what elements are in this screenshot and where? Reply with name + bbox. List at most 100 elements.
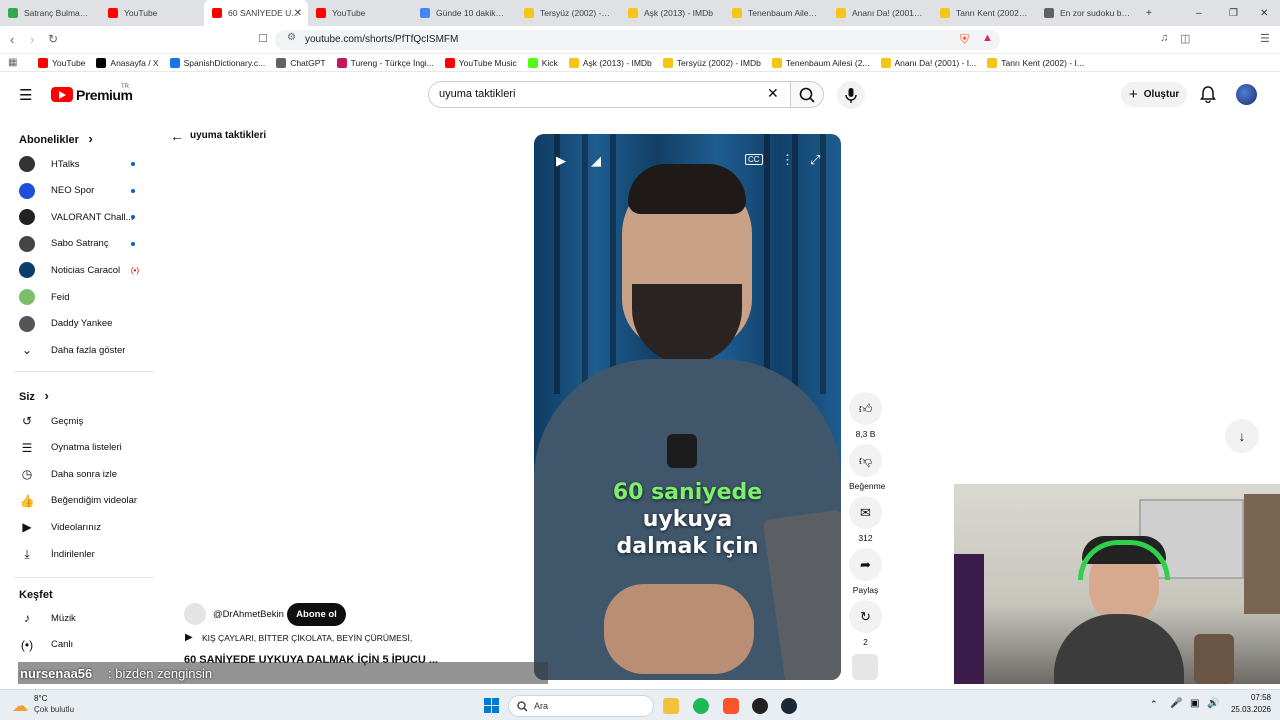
thumbs-down-icon[interactable]: 👎︎ [849, 444, 882, 477]
back-icon[interactable]: ‹ [10, 32, 14, 47]
action-comment[interactable]: ✉ 312 [849, 496, 882, 543]
bookmark-item[interactable]: Tureng - Türkçe İngi... [336, 57, 434, 68]
start-button-icon[interactable] [484, 698, 499, 713]
notifications-bell-icon[interactable] [1200, 85, 1216, 108]
menu-icon[interactable]: ☰ [1260, 32, 1270, 45]
bookmark-item[interactable]: YouTube Music [444, 57, 517, 68]
url-field[interactable]: youtube.com/shorts/PfTfQcISMFM [275, 30, 1000, 50]
explore-item[interactable]: (•) Canlı [19, 632, 149, 658]
share-icon[interactable]: ➦ [849, 548, 882, 581]
bookmark-item[interactable]: YouTube [38, 57, 85, 68]
subscription-item[interactable]: VALORANT Chall... [19, 204, 149, 230]
bookmark-item[interactable]: Anasayfa / X [96, 57, 159, 68]
weather-cloud-icon[interactable]: ☁ [12, 696, 28, 716]
brave-shield-icon[interactable]: ⛨ [960, 32, 969, 47]
music-icon[interactable]: ♫ [1160, 32, 1168, 44]
forward-icon[interactable]: › [30, 32, 34, 47]
brave-browser-icon[interactable] [723, 698, 739, 714]
browser-tab[interactable]: Tenenbaum Ailesi (2... [724, 0, 828, 26]
comment-icon[interactable]: ✉ [849, 496, 882, 529]
remix-icon[interactable]: ↻ [849, 600, 882, 633]
action-share[interactable]: ➦ Paylaş [849, 548, 882, 595]
create-button[interactable]: + Oluştur [1121, 82, 1187, 107]
back-search-label[interactable]: uyuma taktikleri [190, 130, 266, 141]
subscribe-button[interactable]: Abone ol [287, 603, 346, 626]
volume-tray-icon[interactable]: 🔊 [1207, 698, 1219, 709]
hamburger-menu-icon[interactable]: ☰ [19, 86, 32, 104]
subscription-item[interactable]: Noticias Caracol (•) [19, 257, 149, 283]
subscription-item[interactable]: Sabo Satranç [19, 231, 149, 257]
browser-tab[interactable]: Günde 10 dakikada [412, 0, 516, 26]
channel-name[interactable]: @DrAhmetBekin [213, 609, 284, 620]
taskbar-search-box[interactable]: Ara [508, 695, 654, 717]
music-track-line[interactable]: KIŞ ÇAYLARI, BİTTER ÇİKOLATA, BEYİN ÇÜRÜ… [202, 633, 412, 643]
sidebar-toggle-icon[interactable]: ◫ [1180, 32, 1190, 45]
explore-section-header[interactable]: Keşfet [19, 589, 53, 601]
subscription-item[interactable]: NEO Spor [19, 178, 149, 204]
browser-tab[interactable]: YouTube [308, 0, 412, 26]
next-short-button[interactable]: ↓ [1225, 419, 1259, 453]
show-more-button[interactable]: ⌄ Daha fazla göster [19, 337, 149, 363]
sound-source-thumbnail[interactable] [852, 654, 878, 680]
fullscreen-icon[interactable]: ⤢ [810, 152, 820, 168]
browser-tab[interactable]: Satranç Bulmacaları [0, 0, 100, 26]
minimize-button[interactable]: – [1196, 0, 1202, 26]
weather-description[interactable]: Çok bulutlu [34, 705, 74, 714]
voice-search-button[interactable] [837, 81, 865, 109]
brave-rewards-icon[interactable]: ▲ [982, 32, 993, 44]
site-info-icon[interactable]: ⚙ [287, 32, 296, 43]
you-item[interactable]: ☰ Oynatma listeleri [19, 435, 149, 461]
account-avatar[interactable] [1236, 84, 1257, 105]
you-item[interactable]: ◷ Daha sonra izle [19, 461, 149, 487]
bookmark-page-icon[interactable]: ☐ [258, 32, 268, 45]
music-play-icon[interactable]: ▶ [185, 632, 193, 643]
apps-grid-icon[interactable]: ▦ [8, 57, 17, 68]
browser-tab[interactable]: Tanrı Kent (2002) - I... [932, 0, 1036, 26]
clear-search-icon[interactable]: ✕ [767, 85, 779, 102]
obs-icon[interactable] [752, 698, 768, 714]
steam-icon[interactable] [781, 698, 797, 714]
clock-date[interactable]: 25.03.2026 [1221, 705, 1271, 714]
subscriptions-header[interactable]: Abonelikler › [19, 131, 93, 146]
new-tab-button[interactable]: + [1146, 0, 1152, 26]
back-arrow-icon[interactable]: ← [170, 128, 184, 144]
volume-icon[interactable]: ◢ [591, 153, 601, 169]
bookmark-item[interactable]: Tersyüz (2002) - IMDb [662, 57, 761, 68]
bookmark-item[interactable]: Kick [527, 57, 558, 68]
network-icon[interactable]: ▣ [1190, 698, 1199, 709]
action-remix[interactable]: ↻ 2 [849, 600, 882, 647]
bookmark-item[interactable]: Tanrı Kent (2002) - I... [987, 57, 1084, 68]
bookmark-item[interactable]: SpanishDictionary.c... [169, 57, 265, 68]
browser-tab[interactable]: Tersyüz (2002) - IMDb [516, 0, 620, 26]
browser-tab[interactable]: YouTube [100, 0, 204, 26]
subscription-item[interactable]: Daddy Yankee [19, 311, 149, 337]
tray-mic-icon[interactable]: 🎤 [1170, 698, 1182, 709]
spotify-icon[interactable] [693, 698, 709, 714]
search-input[interactable]: uyuma taktikleri [428, 81, 791, 108]
channel-avatar[interactable] [184, 603, 206, 625]
explore-item[interactable]: ♪ Müzik [19, 605, 149, 631]
action-thumbs-up[interactable]: 👍︎ 8,3 B [849, 392, 882, 439]
maximize-button[interactable]: ❐ [1229, 0, 1238, 26]
action-thumbs-down[interactable]: 👎︎ Beğenme [849, 444, 885, 491]
more-options-icon[interactable]: ⋮ [781, 152, 794, 168]
search-button[interactable] [790, 81, 824, 108]
browser-tab[interactable]: Aşk (2013) - IMDb [620, 0, 724, 26]
file-explorer-icon[interactable] [663, 698, 679, 714]
close-window-button[interactable]: ✕ [1260, 0, 1268, 26]
captions-icon[interactable]: CC [745, 154, 763, 165]
clock-time[interactable]: 07:58 [1221, 693, 1271, 702]
close-tab-icon[interactable]: ✕ [294, 8, 302, 19]
you-section-header[interactable]: Siz › [19, 388, 49, 403]
play-icon[interactable]: ▶ [556, 153, 566, 169]
youtube-logo-icon[interactable] [51, 87, 73, 102]
you-item[interactable]: ⤓ İndirilenler [19, 541, 149, 567]
tray-overflow-icon[interactable]: ⌃ [1150, 699, 1158, 710]
you-item[interactable]: ▶ Videolarınız [19, 514, 149, 540]
bookmark-item[interactable]: Aşk (2013) - IMDb [568, 57, 652, 68]
bookmark-item[interactable]: Ananı Da! (2001) - I... [880, 57, 976, 68]
browser-tab[interactable]: Ananı Da! (2001) - I... [828, 0, 932, 26]
subscription-item[interactable]: HTalks [19, 151, 149, 177]
thumbs-up-icon[interactable]: 👍︎ [849, 392, 882, 425]
subscription-item[interactable]: Feid [19, 284, 149, 310]
